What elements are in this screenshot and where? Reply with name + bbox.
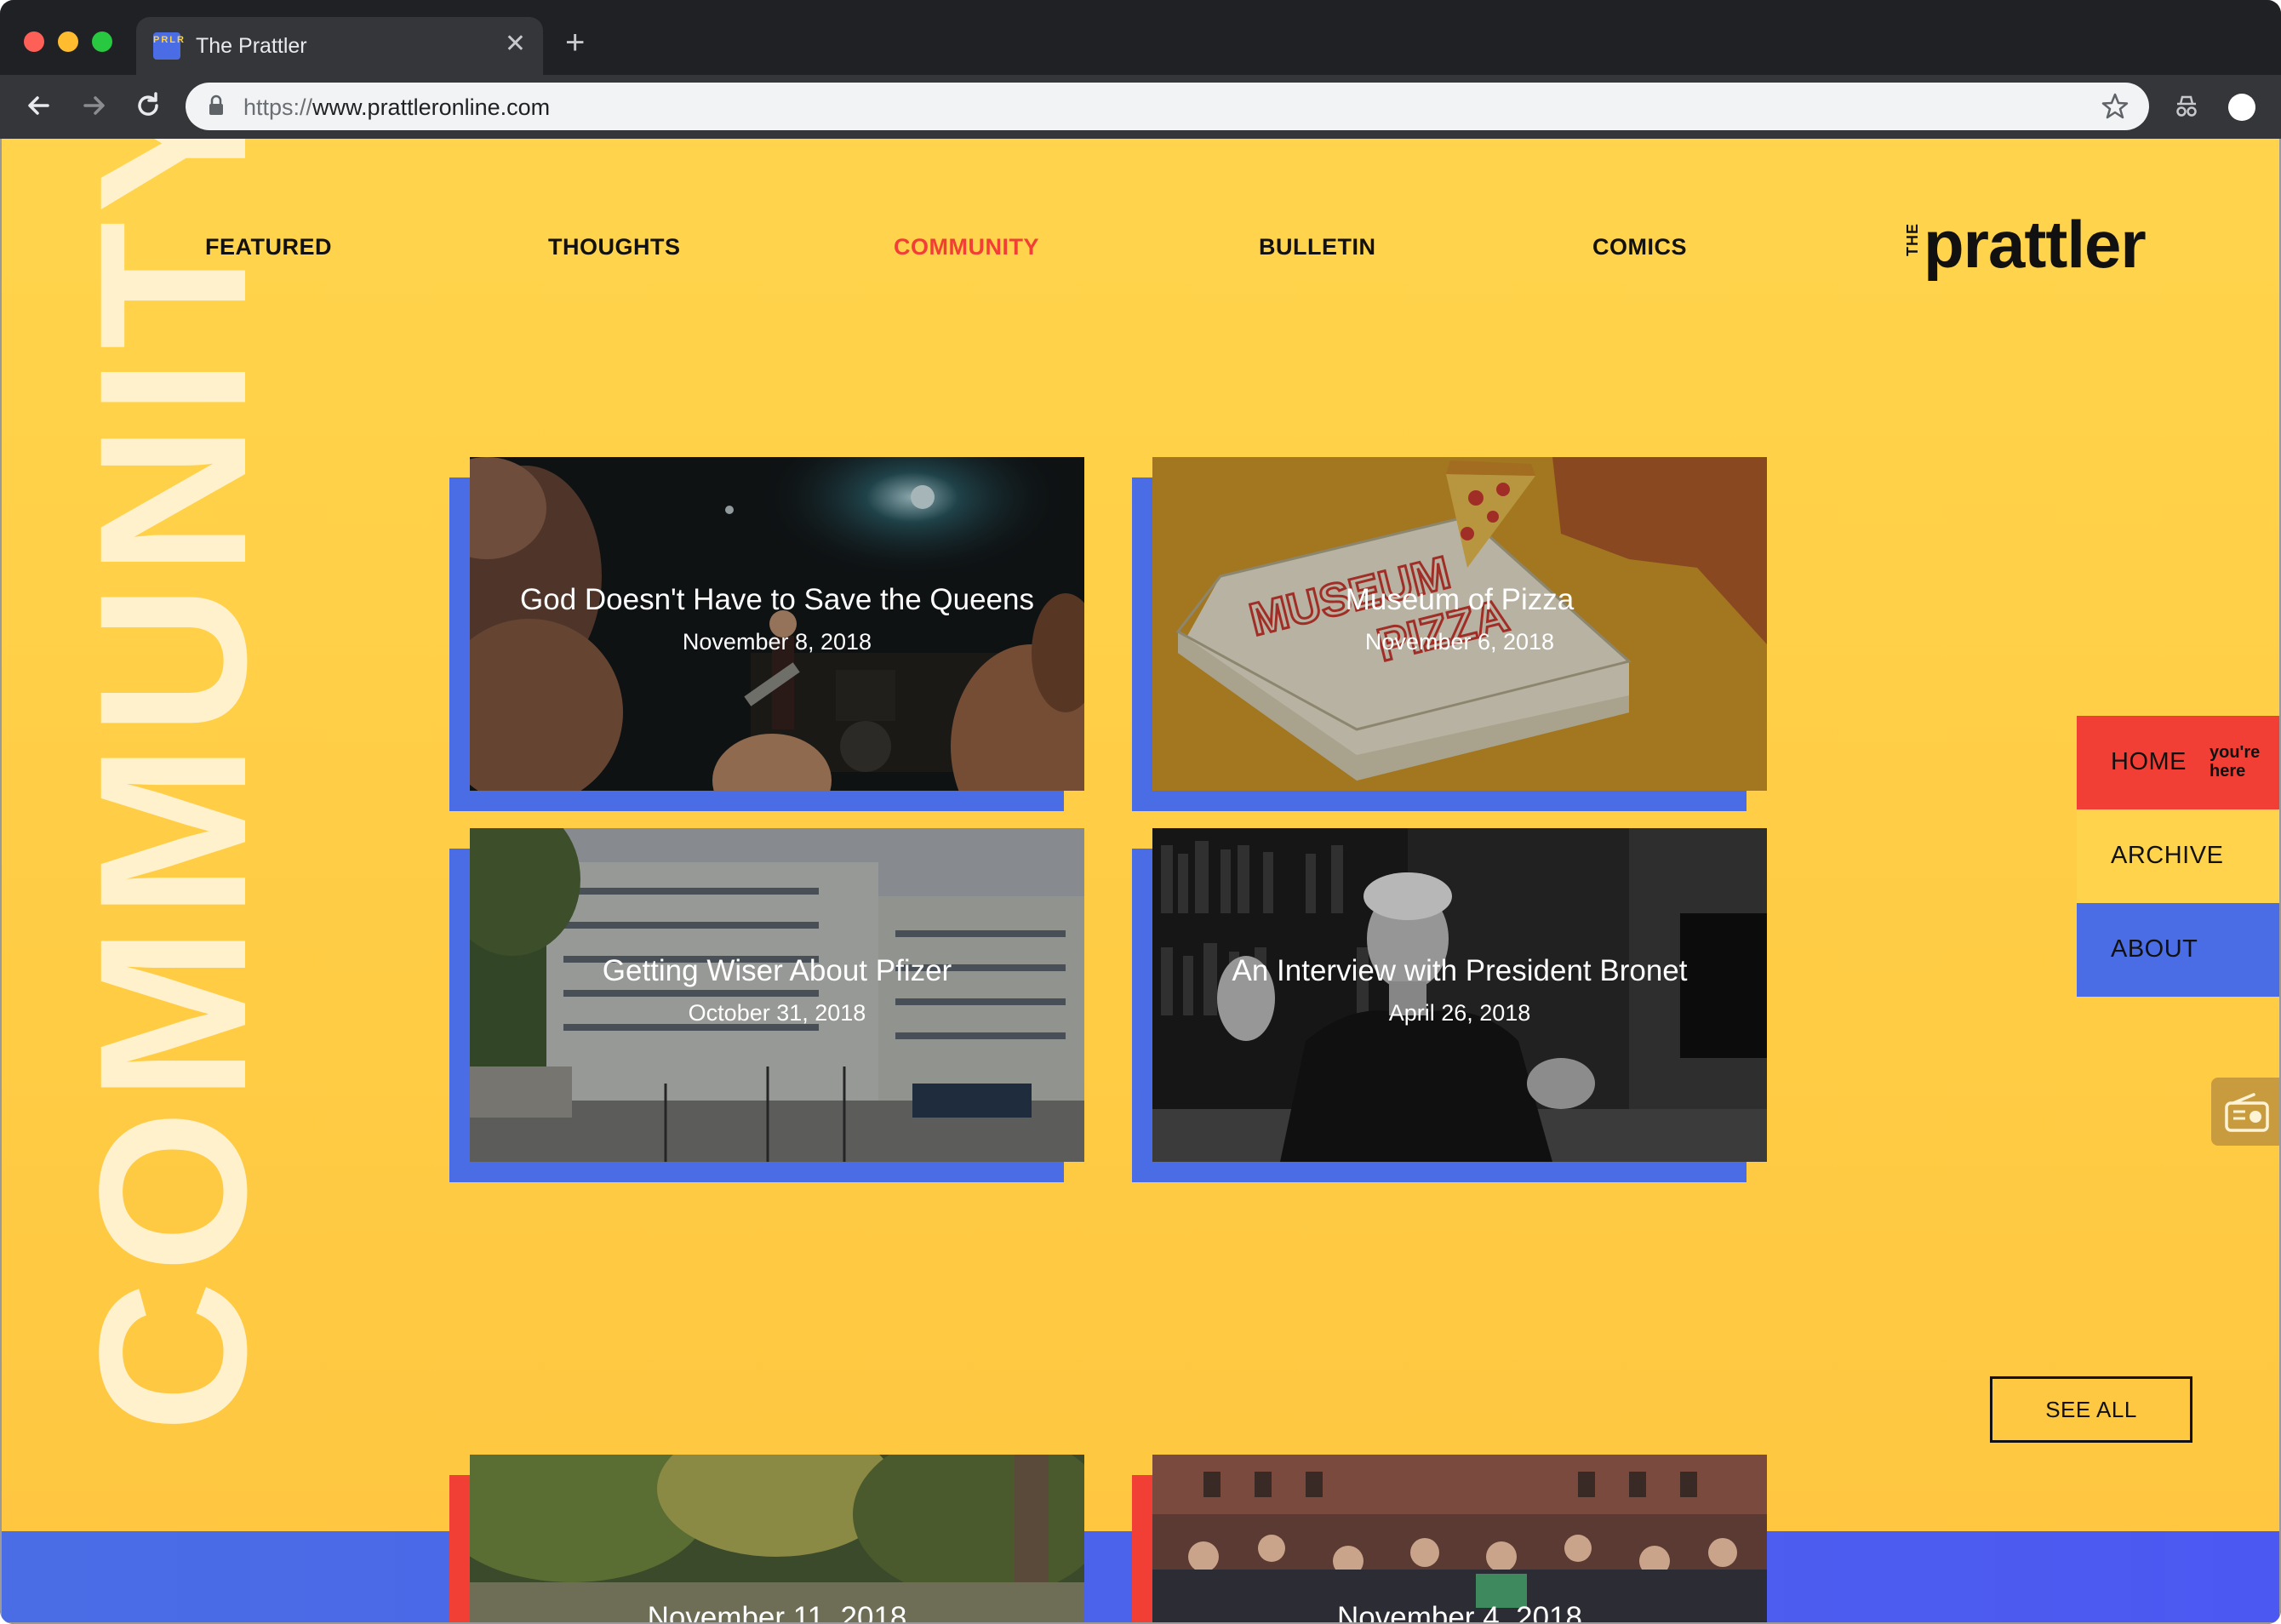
radio-icon [2225, 1093, 2269, 1132]
tab-strip: PRLR The Prattler ✕ + [0, 0, 2281, 75]
see-all-button[interactable]: SEE ALL [1990, 1376, 2192, 1443]
nav-community[interactable]: COMMUNITY [894, 234, 1039, 260]
card-overlay [470, 828, 1084, 1162]
side-menu-about[interactable]: ABOUT [2077, 903, 2279, 997]
card-title: Getting Wiser About Pfizer [602, 954, 952, 987]
card-image-interview [1152, 828, 1767, 1162]
tab-title: The Prattler [196, 34, 307, 58]
card-accent [1132, 1475, 1152, 1622]
card-overlay [1152, 457, 1767, 791]
close-window-button[interactable] [24, 31, 44, 52]
card-title: Museum of Pizza [1345, 583, 1575, 616]
card-overlay [470, 457, 1084, 791]
card-accent [449, 1475, 470, 1622]
profile-avatar[interactable] [2228, 94, 2255, 121]
card-date: November 4, 2018 [1337, 1601, 1582, 1622]
side-menu-archive-label: ARCHIVE [2111, 842, 2224, 869]
incognito-icon[interactable] [2172, 92, 2201, 121]
article-card[interactable]: Getting Wiser About Pfizer October 31, 2… [449, 828, 1084, 1182]
nav-comics[interactable]: COMICS [1592, 234, 1687, 260]
article-card[interactable]: November 11, 2018 [470, 1455, 1084, 1622]
address-bar[interactable]: https://www.prattleronline.com [186, 83, 2149, 130]
bookmark-star-icon[interactable] [2100, 91, 2130, 122]
nav-featured[interactable]: FEATURED [205, 234, 332, 260]
card-date: November 6, 2018 [1364, 629, 1555, 655]
side-menu-archive[interactable]: ARCHIVE [2077, 809, 2279, 903]
card-image-concert [470, 457, 1084, 791]
back-arrow-icon[interactable] [22, 89, 56, 123]
card-title: God Doesn't Have to Save the Queens [520, 583, 1034, 616]
card-date: April 26, 2018 [1388, 1000, 1531, 1026]
card-image-pizza: MUSEUM PIZZA [1152, 457, 1767, 791]
current-page-note: you're here [2210, 743, 2261, 781]
favicon-icon: PRLR [153, 32, 184, 60]
article-card[interactable]: God Doesn't Have to Save the Queens Nove… [449, 457, 1084, 811]
nav-bulletin[interactable]: BULLETIN [1259, 234, 1375, 260]
article-card[interactable]: November 4, 2018 [1152, 1455, 1767, 1622]
browser-toolbar: https://www.prattleronline.com [0, 75, 2281, 139]
side-menu-about-label: ABOUT [2111, 935, 2198, 963]
maximize-window-button[interactable] [92, 31, 112, 52]
url-text: https://www.prattleronline.com [243, 94, 551, 120]
article-card[interactable]: An Interview with President Bronet April… [1132, 828, 1767, 1182]
reload-icon[interactable] [131, 89, 165, 123]
page-content: COMMUNITY FEATURED THOUGHTS COMMUNITY BU… [2, 139, 2279, 1622]
card-overlay [1152, 828, 1767, 1162]
logo-wordmark: prattler [1924, 207, 2147, 282]
card-title: An Interview with President Bronet [1232, 954, 1688, 987]
march-photo [1152, 1455, 1767, 1622]
card-date: November 8, 2018 [682, 629, 872, 655]
radio-button[interactable] [2211, 1078, 2279, 1146]
close-tab-icon[interactable]: ✕ [505, 31, 526, 58]
card-image-pfizer-building [470, 828, 1084, 1162]
card-date: November 11, 2018 [647, 1601, 907, 1622]
browser-tab[interactable]: PRLR The Prattler ✕ [136, 17, 543, 75]
lock-icon [209, 94, 223, 115]
logo-the: THE [1904, 223, 1921, 256]
article-card[interactable]: MUSEUM PIZZA Museum of Pizza November 6,… [1132, 457, 1767, 811]
minimize-window-button[interactable] [58, 31, 78, 52]
side-menu-home-label: HOME [2111, 748, 2187, 775]
browser-window: PRLR The Prattler ✕ + https://www.prattl… [0, 0, 2281, 1624]
new-tab-icon[interactable]: + [565, 26, 585, 60]
forward-arrow-icon[interactable] [77, 89, 111, 123]
side-menu-home[interactable]: HOME you're here [2077, 716, 2279, 809]
park-photo [470, 1455, 1084, 1622]
nav-thoughts[interactable]: THOUGHTS [548, 234, 681, 260]
section-title: COMMUNITY [56, 139, 290, 1432]
card-date: October 31, 2018 [688, 1000, 866, 1026]
